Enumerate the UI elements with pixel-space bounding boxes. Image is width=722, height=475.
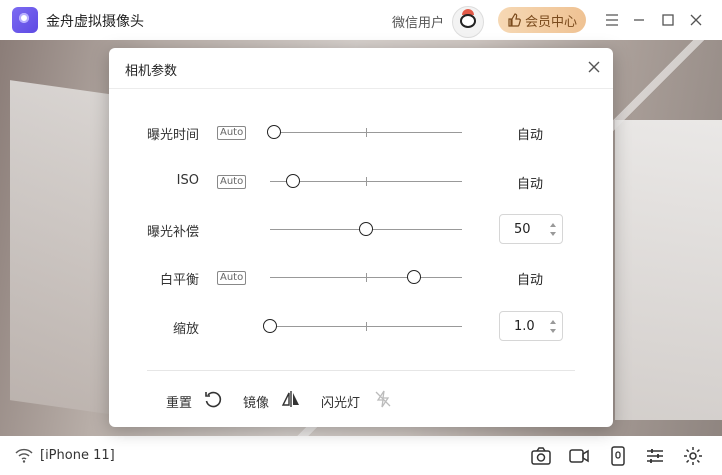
white-balance-mid-tick: [366, 273, 367, 282]
maximize-icon[interactable]: [658, 10, 678, 30]
exposure-time-label: 曝光时间: [146, 128, 199, 143]
iso-slider-knob[interactable]: [286, 174, 301, 188]
reset-button[interactable]: 重置: [166, 392, 192, 411]
mirror-icon[interactable]: [281, 389, 301, 409]
white-balance-slider-knob[interactable]: [407, 270, 421, 284]
exposure-time-mid-tick: [366, 128, 367, 137]
menu-icon[interactable]: [602, 10, 622, 30]
exposure-comp-stepper[interactable]: 50: [499, 214, 563, 244]
title-bar: 金舟虚拟摄像头 微信用户 会员中心: [0, 0, 722, 40]
dialog-close-icon[interactable]: [585, 58, 603, 76]
vip-center-label: 会员中心: [524, 14, 577, 30]
phone-device-icon[interactable]: [607, 445, 629, 467]
white-balance-label: 白平衡: [159, 273, 199, 288]
iso-value: 自动: [517, 177, 544, 192]
flash-button[interactable]: 闪光灯: [321, 392, 360, 411]
exposure-time-row: 曝光时间 Auto 自动: [109, 118, 613, 148]
wifi-icon: [15, 448, 33, 463]
video-icon[interactable]: [568, 445, 590, 467]
exposure-comp-row: 曝光补偿 50: [109, 214, 613, 245]
camera-params-dialog: 相机参数 曝光时间 Auto 自动 ISO Auto 自动 曝光补偿 50 白平…: [109, 48, 613, 427]
zoom-row: 缩放 1.0: [109, 311, 613, 342]
thumbs-up-icon: [508, 13, 521, 27]
app-title: 金舟虚拟摄像头: [46, 14, 144, 30]
reset-icon[interactable]: [203, 389, 223, 409]
exposure-comp-label: 曝光补偿: [146, 225, 199, 240]
white-balance-auto-tag[interactable]: Auto: [217, 271, 247, 285]
flash-off-icon[interactable]: [373, 389, 393, 409]
exposure-comp-slider-knob[interactable]: [359, 222, 373, 236]
zoom-stepper[interactable]: 1.0: [499, 311, 563, 341]
app-logo-icon: [12, 7, 38, 33]
zoom-stepper-value[interactable]: 1.0: [514, 319, 535, 334]
avatar-face: [460, 14, 476, 28]
stepper-up-icon[interactable]: [550, 223, 556, 227]
dialog-title: 相机参数: [125, 64, 178, 79]
vip-center-button[interactable]: 会员中心: [498, 7, 586, 33]
stepper-down-icon[interactable]: [550, 232, 556, 236]
minimize-icon[interactable]: [629, 10, 649, 30]
stepper-down-icon[interactable]: [550, 329, 556, 333]
user-name[interactable]: 微信用户: [392, 12, 444, 31]
exposure-time-value: 自动: [517, 128, 544, 143]
dialog-divider: [147, 370, 575, 371]
iso-auto-tag[interactable]: Auto: [217, 175, 247, 189]
zoom-label: 缩放: [172, 322, 199, 337]
dialog-header: 相机参数: [109, 48, 613, 89]
avatar[interactable]: [452, 6, 484, 38]
white-balance-row: 白平衡 Auto 自动: [109, 263, 613, 293]
exposure-time-auto-tag[interactable]: Auto: [217, 126, 247, 140]
preview-surface-right: [615, 120, 722, 420]
stepper-up-icon[interactable]: [550, 320, 556, 324]
settings-gear-icon[interactable]: [682, 445, 704, 467]
close-icon[interactable]: [686, 10, 706, 30]
iso-row: ISO Auto 自动: [109, 167, 613, 197]
white-balance-value: 自动: [517, 273, 544, 288]
iso-label: ISO: [176, 173, 199, 188]
adjust-sliders-icon[interactable]: [644, 445, 666, 467]
exposure-comp-stepper-value[interactable]: 50: [514, 222, 531, 237]
zoom-slider-knob[interactable]: [263, 319, 277, 333]
zoom-mid-tick: [366, 322, 367, 331]
mirror-button[interactable]: 镜像: [243, 392, 269, 411]
device-label: [iPhone 11]: [40, 448, 115, 463]
exposure-time-slider-knob[interactable]: [266, 125, 281, 139]
camera-icon[interactable]: [530, 445, 552, 467]
iso-mid-tick: [366, 177, 367, 186]
